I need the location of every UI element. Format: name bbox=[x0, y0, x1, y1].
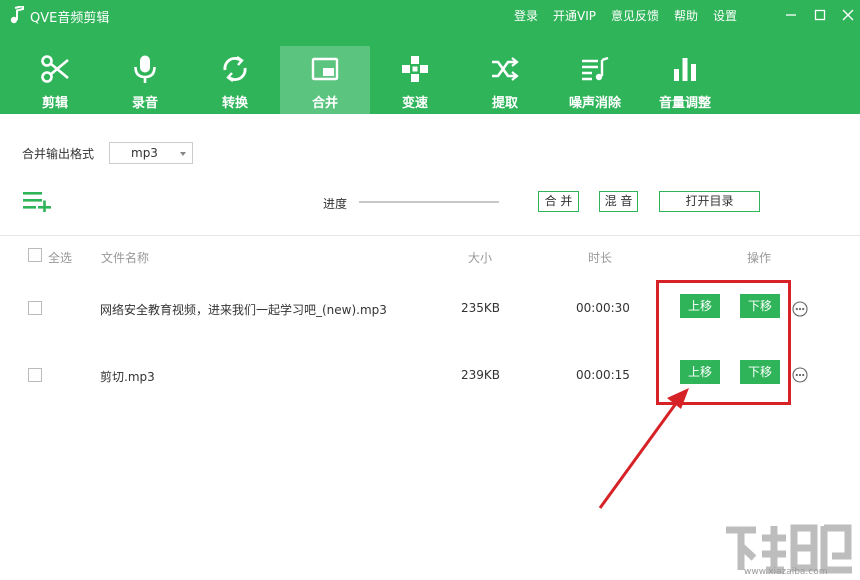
tool-label: 录音 bbox=[131, 96, 158, 111]
more-options-icon[interactable] bbox=[792, 367, 808, 383]
merge-button[interactable]: 合 并 bbox=[538, 191, 579, 212]
feedback-link[interactable]: 意见反馈 bbox=[611, 7, 659, 24]
volume-icon bbox=[674, 58, 696, 81]
column-header-action: 操作 bbox=[747, 251, 772, 265]
top-links: 登录 开通VIP 意见反馈 帮助 设置 bbox=[514, 7, 752, 24]
column-header-size: 大小 bbox=[468, 251, 493, 265]
close-icon bbox=[842, 9, 854, 21]
settings-link[interactable]: 设置 bbox=[713, 7, 737, 24]
file-duration: 00:00:30 bbox=[576, 301, 630, 315]
tool-bar: 剪辑 录音 转换 合并 变速 提取 噪声消除 音量调整 bbox=[10, 46, 730, 114]
add-files-icon[interactable] bbox=[23, 190, 51, 212]
convert-icon bbox=[223, 56, 247, 82]
maximize-icon bbox=[814, 9, 826, 21]
highlight-box bbox=[656, 280, 791, 405]
tool-label: 转换 bbox=[221, 96, 248, 111]
tool-convert[interactable]: 转换 bbox=[190, 46, 280, 114]
close-button[interactable] bbox=[833, 0, 860, 30]
title-bar: QVE音频剪辑 登录 开通VIP 意见反馈 帮助 设置 bbox=[0, 0, 860, 30]
select-all-checkbox[interactable] bbox=[28, 248, 42, 262]
file-name: 网络安全教育视频，进来我们一起学习吧_(new).mp3 bbox=[100, 303, 387, 317]
tool-record[interactable]: 录音 bbox=[100, 46, 190, 114]
file-size: 239KB bbox=[461, 368, 501, 382]
merge-icon bbox=[311, 57, 339, 81]
speed-icon bbox=[402, 56, 428, 82]
file-duration: 00:00:15 bbox=[576, 368, 630, 382]
maximize-button[interactable] bbox=[805, 0, 835, 30]
tool-label: 合并 bbox=[311, 96, 338, 111]
minimize-button[interactable] bbox=[776, 0, 806, 30]
more-options-icon[interactable] bbox=[792, 301, 808, 317]
tool-label: 噪声消除 bbox=[568, 96, 621, 111]
login-link[interactable]: 登录 bbox=[514, 7, 538, 24]
file-name: 剪切.mp3 bbox=[100, 370, 155, 384]
tool-noise[interactable]: 噪声消除 bbox=[550, 46, 640, 114]
app-header: QVE音频剪辑 登录 开通VIP 意见反馈 帮助 设置 剪辑 录音 转换 合并 … bbox=[0, 0, 860, 114]
minimize-icon bbox=[786, 14, 796, 16]
output-format-label: 合并输出格式 bbox=[22, 147, 95, 161]
tool-label: 剪辑 bbox=[41, 96, 68, 111]
tool-merge[interactable]: 合并 bbox=[280, 46, 370, 114]
tool-cut[interactable]: 剪辑 bbox=[10, 46, 100, 114]
help-link[interactable]: 帮助 bbox=[674, 7, 698, 24]
watermark-site: www.xiazaiba.com bbox=[744, 567, 828, 577]
microphone-icon bbox=[134, 55, 156, 83]
divider bbox=[0, 235, 860, 236]
mix-button[interactable]: 混 音 bbox=[599, 191, 638, 212]
chevron-down-icon bbox=[180, 152, 186, 156]
row-checkbox[interactable] bbox=[28, 368, 42, 382]
output-format-value: mp3 bbox=[131, 146, 158, 160]
scissors-icon bbox=[41, 55, 69, 83]
noise-icon bbox=[582, 56, 609, 81]
tool-label: 音量调整 bbox=[658, 96, 711, 111]
progress-label: 进度 bbox=[323, 197, 348, 211]
extract-icon bbox=[492, 57, 519, 81]
open-directory-button[interactable]: 打开目录 bbox=[659, 191, 760, 212]
row-checkbox[interactable] bbox=[28, 301, 42, 315]
tool-label: 提取 bbox=[491, 96, 518, 111]
music-note-icon bbox=[10, 6, 24, 24]
tool-extract[interactable]: 提取 bbox=[460, 46, 550, 114]
tool-speed[interactable]: 变速 bbox=[370, 46, 460, 114]
vip-link[interactable]: 开通VIP bbox=[553, 7, 596, 24]
file-size: 235KB bbox=[461, 301, 501, 315]
output-format-select[interactable]: mp3 bbox=[109, 142, 193, 164]
progress-bar bbox=[359, 201, 499, 203]
app-title: QVE音频剪辑 bbox=[30, 11, 110, 26]
column-header-duration: 时长 bbox=[588, 251, 613, 265]
tool-label: 变速 bbox=[401, 96, 428, 111]
column-header-name: 文件名称 bbox=[101, 251, 150, 265]
tool-volume[interactable]: 音量调整 bbox=[640, 46, 730, 114]
select-all-label: 全选 bbox=[48, 251, 73, 265]
